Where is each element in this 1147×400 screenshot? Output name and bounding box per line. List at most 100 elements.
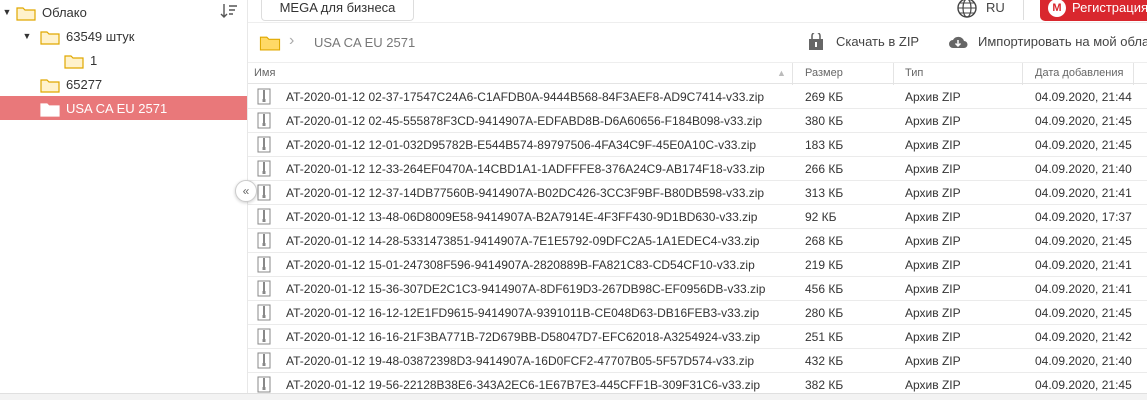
file-type: Архив ZIP [905,354,961,368]
zip-file-icon [257,280,271,297]
file-name: AT-2020-01-12 02-37-17547C24A6-C1AFDB0A-… [286,90,765,104]
table-row[interactable]: AT-2020-01-12 15-01-247308F596-9414907A-… [248,253,1147,277]
table-header: Имя ▲ Размер Тип Дата добавления [248,62,1147,85]
file-type: Архив ZIP [905,90,961,104]
tree-item-label: USA CA EU 2571 [66,100,168,116]
file-name: AT-2020-01-12 13-48-06D8009E58-9414907A-… [286,210,758,224]
file-date: 04.09.2020, 21:41 [1035,282,1132,296]
file-size: 432 КБ [805,354,844,368]
table-row[interactable]: AT-2020-01-12 14-28-5331473851-9414907A-… [248,229,1147,253]
file-size: 269 КБ [805,90,844,104]
zip-file-icon [257,160,271,177]
file-size: 219 КБ [805,258,844,272]
zip-file-icon [257,256,271,273]
breadcrumb-current: USA CA EU 2571 [314,35,416,50]
download-zip-button[interactable]: Скачать в ZIP [836,34,919,49]
column-divider[interactable] [1022,63,1023,85]
file-date: 04.09.2020, 21:41 [1035,258,1132,272]
folder-icon[interactable] [259,34,281,51]
download-zip-icon[interactable] [806,33,826,51]
table-row[interactable]: AT-2020-01-12 02-45-555878F3CD-9414907A-… [248,109,1147,133]
file-size: 268 КБ [805,234,844,248]
register-button[interactable]: M Регистрация [1040,0,1147,21]
globe-icon[interactable] [956,0,978,19]
caret-down-icon[interactable]: ▼ [2,7,12,17]
file-date: 04.09.2020, 21:40 [1035,162,1132,176]
file-name: AT-2020-01-12 02-45-555878F3CD-9414907A-… [286,114,763,128]
tree-item-cloud[interactable]: ▼ Облако [0,0,247,24]
file-name: AT-2020-01-12 12-01-032D95782B-E544B574-… [286,138,757,152]
caret-down-icon[interactable]: ▼ [22,31,32,41]
file-size: 313 КБ [805,186,844,200]
breadcrumb-bar: › USA CA EU 2571 Скачать в ZIP Импортиро… [248,22,1147,62]
cloud-import-icon[interactable] [948,33,968,51]
table-row[interactable]: AT-2020-01-12 12-01-032D95782B-E544B574-… [248,133,1147,157]
file-type: Архив ZIP [905,306,961,320]
file-size: 380 КБ [805,114,844,128]
mega-logo-icon: M [1048,0,1066,17]
file-type: Архив ZIP [905,378,961,392]
folder-icon [40,77,60,93]
file-name: AT-2020-01-12 15-36-307DE2C1C3-9414907A-… [286,282,766,296]
sort-ascending-icon[interactable]: ▲ [777,68,786,78]
file-name: AT-2020-01-12 15-01-247308F596-9414907A-… [286,258,755,272]
horizontal-scrollbar[interactable] [0,393,1147,400]
folder-icon [64,53,84,69]
zip-file-icon [257,232,271,249]
collapse-sidebar-button[interactable]: « [235,180,257,202]
tree-item-1[interactable]: 1 [0,48,247,72]
column-divider[interactable] [1133,63,1134,85]
folder-icon [16,5,36,21]
column-divider[interactable] [792,63,793,85]
table-row[interactable]: AT-2020-01-12 19-48-03872398D3-9414907A-… [248,349,1147,373]
column-date-header[interactable]: Дата добавления [1035,67,1123,79]
column-type-header[interactable]: Тип [905,67,923,79]
tree-item-label: Облако [42,4,87,20]
file-name: AT-2020-01-12 16-12-12E1FD9615-9414907A-… [286,306,760,320]
table-row[interactable]: AT-2020-01-12 12-37-14DB77560B-9414907A-… [248,181,1147,205]
file-date: 04.09.2020, 21:44 [1035,90,1132,104]
language-selector[interactable]: RU [986,0,1005,15]
file-name: AT-2020-01-12 19-48-03872398D3-9414907A-… [286,354,755,368]
table-row[interactable]: AT-2020-01-12 12-33-264EF0470A-14CBD1A1-… [248,157,1147,181]
tree-item-63549[interactable]: ▼ 63549 штук [0,24,247,48]
file-type: Архив ZIP [905,258,961,272]
zip-file-icon [257,88,271,105]
table-row[interactable]: AT-2020-01-12 16-16-21F3BA771B-72D679BB-… [248,325,1147,349]
zip-file-icon [257,136,271,153]
column-divider[interactable] [893,63,894,85]
table-row[interactable]: AT-2020-01-12 13-48-06D8009E58-9414907A-… [248,205,1147,229]
column-name-header[interactable]: Имя [254,67,275,79]
file-type: Архив ZIP [905,210,961,224]
table-row[interactable]: AT-2020-01-12 02-37-17547C24A6-C1AFDB0A-… [248,85,1147,109]
top-bar: MEGA для бизнеса RU M Регистрация [248,0,1147,22]
zip-file-icon [257,352,271,369]
column-size-header[interactable]: Размер [805,67,843,79]
mega-business-button[interactable]: MEGA для бизнеса [261,0,414,21]
file-date: 04.09.2020, 21:40 [1035,354,1132,368]
file-list: AT-2020-01-12 02-37-17547C24A6-C1AFDB0A-… [248,85,1147,393]
file-type: Архив ZIP [905,186,961,200]
sort-icon[interactable] [220,2,238,20]
file-size: 266 КБ [805,162,844,176]
file-type: Архив ZIP [905,162,961,176]
file-size: 382 КБ [805,378,844,392]
folder-icon [40,101,60,117]
tree-item-usa-ca-eu[interactable]: USA CA EU 2571 [0,96,247,120]
register-label: Регистрация [1072,0,1147,15]
table-row[interactable]: AT-2020-01-12 16-12-12E1FD9615-9414907A-… [248,301,1147,325]
file-type: Архив ZIP [905,330,961,344]
table-row[interactable]: AT-2020-01-12 19-56-22128B38E6-343A2EC6-… [248,373,1147,393]
import-button[interactable]: Импортировать на мой облако [978,34,1147,49]
tree-item-label: 65277 [66,76,103,92]
table-row[interactable]: AT-2020-01-12 15-36-307DE2C1C3-9414907A-… [248,277,1147,301]
mega-file-browser: ▼ Облако ▼ 63549 штук 1 65277 USA CA EU … [0,0,1147,400]
file-type: Архив ZIP [905,282,961,296]
zip-file-icon [257,328,271,345]
tree-item-65277[interactable]: 65277 [0,72,247,96]
file-date: 04.09.2020, 21:41 [1035,186,1132,200]
file-date: 04.09.2020, 21:45 [1035,138,1132,152]
file-date: 04.09.2020, 21:45 [1035,234,1132,248]
zip-file-icon [257,208,271,225]
file-size: 456 КБ [805,282,844,296]
